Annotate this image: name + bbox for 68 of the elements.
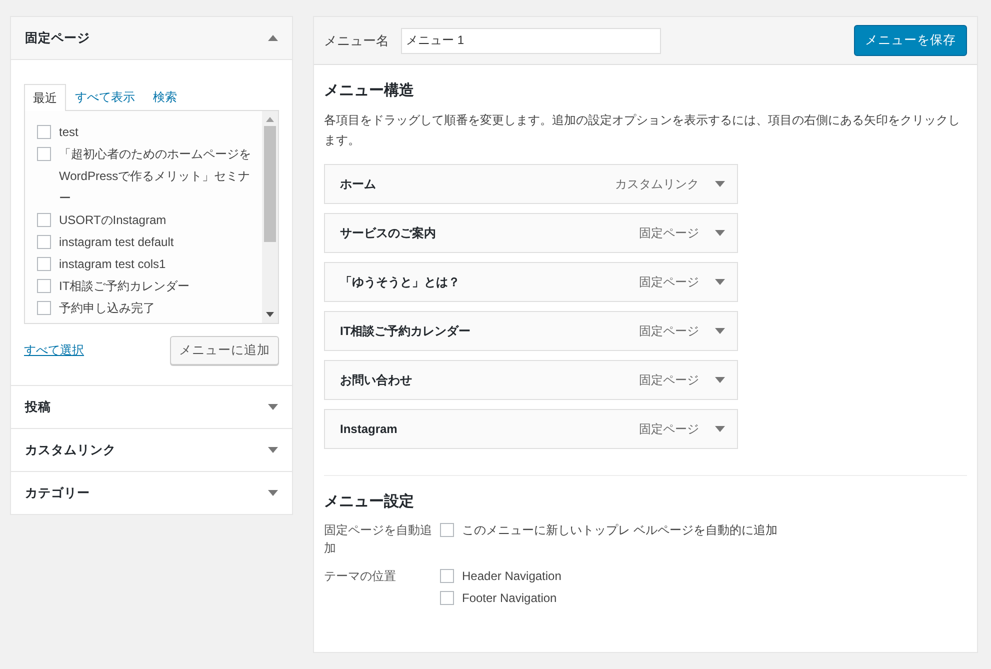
tab[interactable]: 最近 — [24, 84, 66, 111]
scrollbar[interactable] — [262, 111, 278, 323]
menu-item-title: サービスのご案内 — [340, 224, 437, 242]
menu-item-type: 固定ページ — [639, 322, 699, 340]
menu-name-field[interactable]: メニュー 1 — [401, 28, 661, 54]
caret-icon[interactable] — [715, 328, 725, 334]
option-label: Header Navigation — [462, 568, 562, 585]
section-title[interactable]: 固定ページ — [25, 30, 90, 46]
menu-item-title: Instagram — [340, 422, 398, 436]
caret-icon[interactable] — [715, 279, 725, 285]
page-label: IT相談ご予約カレンダー — [59, 278, 190, 295]
page-label: instagram test default — [59, 234, 174, 251]
tab[interactable]: すべて表示 — [66, 84, 144, 110]
menu-item-type: 固定ページ — [639, 224, 699, 242]
page-label: instagram test cols1 — [59, 256, 166, 273]
checkbox[interactable] — [37, 147, 51, 161]
checkbox[interactable] — [37, 279, 51, 293]
option-label: Footer Navigation — [462, 590, 557, 607]
caret-icon[interactable] — [268, 447, 278, 453]
caret-icon[interactable] — [268, 404, 278, 410]
page-label: 予約申し込み完了 — [59, 300, 155, 317]
menu-item[interactable]: サービスのご案内 固定ページ — [324, 213, 738, 253]
menu-item-title: ホーム — [340, 176, 377, 192]
section-title[interactable]: カスタムリンク — [25, 442, 116, 458]
checkbox[interactable] — [37, 235, 51, 249]
checkbox[interactable] — [37, 257, 51, 271]
caret-icon[interactable] — [715, 181, 725, 187]
checkbox[interactable] — [37, 213, 51, 227]
setting-label: テーマの位置 — [324, 568, 397, 585]
caret-icon[interactable] — [268, 35, 278, 41]
menu-item[interactable]: お問い合わせ 固定ページ — [324, 360, 738, 400]
menu-item-type: 固定ページ — [639, 420, 699, 438]
menu-name-label: メニュー名 — [324, 32, 389, 50]
description-text: 各項目をドラッグして順番を変更します。追加の設定オプションを表示するには、項目の右側にある矢印をクリックします。 — [324, 112, 961, 149]
page-label: USORTのInstagram — [59, 212, 166, 229]
menu-item[interactable]: Instagram 固定ページ — [324, 409, 738, 449]
menu-item-title: 「ゆうそうと」とは？ — [340, 274, 461, 290]
section-heading: メニュー構造 — [324, 81, 415, 100]
page-label: 「超初心者のためのホームページをWordPressで作るメリット」セミナー — [59, 146, 252, 207]
option-label: このメニューに新しいトップレ ベルページを自動的に追加 — [462, 522, 778, 539]
menu-item[interactable]: IT相談ご予約カレンダー 固定ページ — [324, 311, 738, 351]
scroll-up-icon[interactable] — [266, 117, 274, 122]
select-all-link[interactable]: すべて選択 — [24, 342, 84, 359]
menu-item-type: 固定ページ — [639, 274, 699, 290]
page-label: test — [59, 124, 78, 141]
checkbox[interactable] — [37, 301, 51, 315]
checkbox[interactable] — [440, 591, 454, 605]
menu-item[interactable]: ホーム カスタムリンク — [324, 164, 738, 204]
menu-item[interactable]: 「ゆうそうと」とは？ 固定ページ — [324, 262, 738, 302]
caret-icon[interactable] — [715, 426, 725, 432]
checkbox[interactable] — [37, 125, 51, 139]
scroll-down-icon[interactable] — [266, 312, 274, 317]
caret-icon[interactable] — [715, 377, 725, 383]
menu-item-type: 固定ページ — [639, 372, 699, 388]
checkbox[interactable] — [440, 569, 454, 583]
add-to-menu-button[interactable]: メニューに追加 — [170, 336, 279, 365]
setting-label: 固定ページを自動追加 — [324, 522, 433, 557]
caret-icon[interactable] — [715, 230, 725, 236]
section-title[interactable]: 投稿 — [25, 398, 51, 416]
caret-icon[interactable] — [268, 490, 278, 496]
section-heading: メニュー設定 — [324, 492, 415, 511]
save-menu-button[interactable]: メニューを保存 — [854, 25, 967, 56]
checkbox[interactable] — [440, 523, 454, 537]
tab[interactable]: 検索 — [144, 84, 186, 110]
menu-item-title: IT相談ご予約カレンダー — [340, 322, 472, 340]
menu-item-type: カスタムリンク — [615, 176, 699, 192]
menu-item-title: お問い合わせ — [340, 372, 413, 388]
section-title[interactable]: カテゴリー — [25, 484, 90, 502]
